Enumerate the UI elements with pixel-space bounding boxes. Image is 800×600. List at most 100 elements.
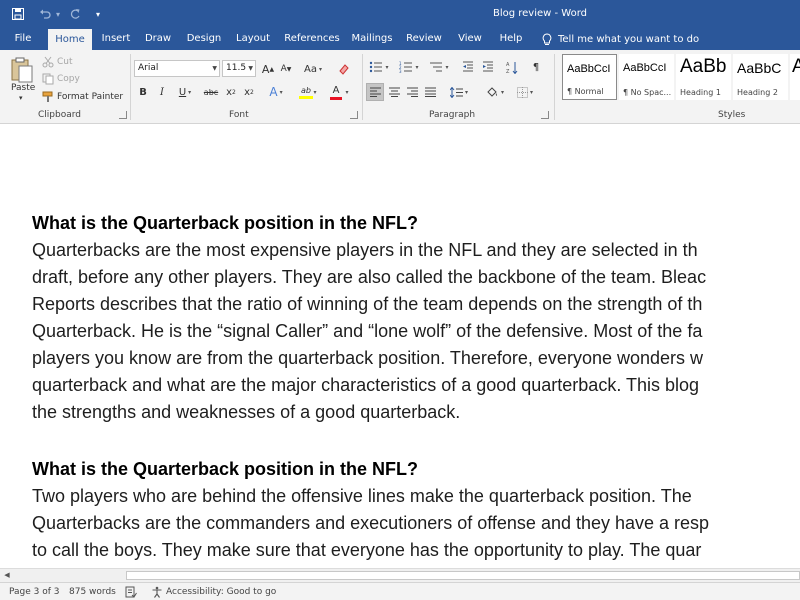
- line-spacing-button[interactable]: ▾: [446, 83, 472, 101]
- accessibility-label: Accessibility: Good to go: [166, 586, 277, 597]
- paragraph-launcher-icon[interactable]: [541, 111, 549, 119]
- font-size-combo[interactable]: 11.5 ▼: [222, 60, 256, 77]
- tab-insert[interactable]: Insert: [98, 28, 134, 50]
- tab-layout[interactable]: Layout: [232, 28, 274, 50]
- sort-button[interactable]: AZ: [504, 58, 520, 76]
- copy-button[interactable]: Copy: [42, 71, 80, 87]
- tab-draw[interactable]: Draw: [142, 28, 174, 50]
- scrollbar-thumb[interactable]: [126, 571, 800, 580]
- undo-icon[interactable]: [36, 4, 54, 24]
- styles-group-label: Styles: [718, 110, 746, 120]
- cut-label: Cut: [57, 57, 73, 67]
- style-sample: A: [792, 56, 800, 77]
- show-formatting-button[interactable]: ¶: [528, 58, 544, 76]
- style-heading-1[interactable]: AaBb Heading 1: [676, 54, 731, 100]
- styles-gallery: AaBbCcI ¶ Normal AaBbCcI ¶ No Spac... Aa…: [560, 54, 800, 102]
- grow-font-button[interactable]: A ▲: [260, 60, 276, 78]
- text-effects-icon: A: [269, 85, 278, 99]
- title-bar: ▾ ▾ Blog review - Word: [0, 0, 800, 28]
- shrink-font-button[interactable]: A ▼: [278, 60, 294, 78]
- borders-button[interactable]: ▾: [512, 83, 538, 101]
- tab-review[interactable]: Review: [404, 28, 444, 50]
- tab-references[interactable]: References: [284, 28, 340, 50]
- bold-button[interactable]: B: [136, 83, 150, 101]
- customize-icon[interactable]: ▾: [92, 4, 104, 24]
- proofing-icon[interactable]: [125, 583, 137, 600]
- clipboard-launcher-icon[interactable]: [119, 111, 127, 119]
- superscript-button[interactable]: x2: [242, 83, 256, 101]
- grow-font-icon: A: [261, 62, 270, 76]
- paste-button[interactable]: Paste: [11, 83, 35, 93]
- align-center-button[interactable]: [386, 83, 402, 101]
- increase-indent-icon: [483, 61, 493, 72]
- numbering-button[interactable]: 1 2 3 ▾: [396, 58, 422, 76]
- separator: [130, 54, 131, 120]
- accessibility-status[interactable]: Accessibility: Good to go: [151, 583, 276, 600]
- redo-icon[interactable]: [66, 4, 84, 24]
- justify-button[interactable]: [422, 83, 438, 101]
- document-line: Quarterback. He is the “signal Caller” a…: [32, 321, 703, 341]
- font-size-value: 11.5: [226, 63, 247, 73]
- cut-button[interactable]: Cut: [42, 54, 73, 70]
- tab-mailings[interactable]: Mailings: [350, 28, 394, 50]
- tab-design[interactable]: Design: [184, 28, 224, 50]
- document-line: Quarterbacks are the commanders and exec…: [32, 513, 710, 533]
- tab-view[interactable]: View: [454, 28, 486, 50]
- change-case-button[interactable]: Aa ▾: [300, 60, 326, 78]
- text-effects-button[interactable]: A ▾: [264, 83, 288, 101]
- save-icon[interactable]: [8, 4, 28, 24]
- copy-icon: [42, 73, 54, 85]
- font-name-combo[interactable]: Arial ▼: [134, 60, 220, 77]
- numbering-icon: 123: [399, 61, 413, 73]
- tell-me-search[interactable]: Tell me what you want to do: [542, 28, 699, 50]
- align-center-icon: [388, 87, 400, 97]
- tab-file[interactable]: File: [8, 28, 38, 50]
- font-color-swatch: [330, 96, 342, 100]
- clear-formatting-button[interactable]: [336, 60, 352, 78]
- paste-icon[interactable]: [10, 56, 34, 86]
- format-painter-button[interactable]: Format Painter: [42, 89, 123, 105]
- style-name: Heading 1: [680, 88, 721, 97]
- bullets-button[interactable]: ▾: [367, 58, 391, 76]
- italic-button[interactable]: I: [155, 83, 169, 101]
- borders-icon: [516, 86, 528, 98]
- change-case-icon: Aa: [304, 63, 317, 75]
- document-page[interactable]: What is the Quarterback position in the …: [0, 124, 800, 568]
- document-line: players you know are from the quarterbac…: [32, 348, 704, 368]
- chevron-down-icon: ▼: [248, 65, 253, 72]
- style-no-spacing[interactable]: AaBbCcI ¶ No Spac...: [619, 54, 674, 100]
- subscript-button[interactable]: x2: [224, 83, 238, 101]
- style-normal[interactable]: AaBbCcI ¶ Normal: [562, 54, 617, 100]
- style-name: ¶ Normal: [567, 87, 604, 96]
- shading-button[interactable]: ▾: [482, 83, 508, 101]
- superscript-mark: 2: [250, 88, 254, 96]
- scroll-left-icon[interactable]: ◀: [2, 570, 12, 581]
- underline-button[interactable]: U ▾: [174, 83, 196, 101]
- highlight-dropdown-icon[interactable]: ▾: [310, 83, 318, 101]
- undo-dropdown-icon[interactable]: ▾: [54, 4, 62, 24]
- strikethrough-button[interactable]: abc: [202, 83, 220, 101]
- horizontal-scrollbar[interactable]: ◀: [0, 568, 800, 582]
- clipboard-group-label: Clipboard: [38, 110, 81, 120]
- page-count[interactable]: Page 3 of 3: [9, 583, 60, 600]
- multilevel-list-button[interactable]: ▾: [426, 58, 452, 76]
- separator: [554, 54, 555, 120]
- sort-icon: AZ: [506, 61, 518, 74]
- style-title[interactable]: A: [790, 54, 800, 100]
- paste-dropdown-icon[interactable]: ▾: [19, 94, 23, 102]
- multilevel-list-icon: [430, 62, 443, 72]
- increase-indent-button[interactable]: [480, 58, 496, 76]
- tab-home[interactable]: Home: [48, 29, 92, 50]
- font-name-value: Arial: [138, 63, 159, 73]
- align-left-button[interactable]: [366, 83, 384, 101]
- style-heading-2[interactable]: AaBbC Heading 2: [733, 54, 788, 100]
- align-right-button[interactable]: [404, 83, 420, 101]
- style-sample: AaBb: [680, 56, 727, 77]
- eraser-icon: [339, 64, 349, 75]
- font-color-dropdown-icon[interactable]: ▾: [342, 83, 350, 101]
- word-count[interactable]: 875 words: [69, 583, 116, 600]
- tab-help[interactable]: Help: [496, 28, 526, 50]
- font-launcher-icon[interactable]: [350, 111, 358, 119]
- paint-bucket-icon: [487, 87, 497, 97]
- decrease-indent-button[interactable]: [460, 58, 476, 76]
